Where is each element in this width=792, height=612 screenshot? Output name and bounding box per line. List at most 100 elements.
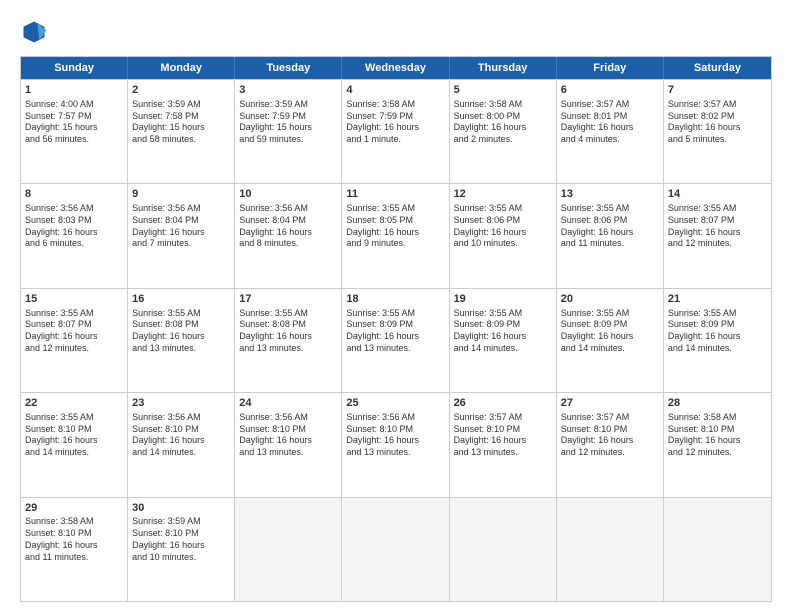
- cell-text-line: Daylight: 16 hours: [25, 331, 123, 343]
- header-day-saturday: Saturday: [664, 57, 771, 79]
- day-number: 18: [346, 292, 444, 307]
- header: [20, 18, 772, 46]
- day-number: 21: [668, 292, 767, 307]
- cell-text-line: Sunrise: 3:58 AM: [346, 99, 444, 111]
- day-cell-25: 25Sunrise: 3:56 AMSunset: 8:10 PMDayligh…: [342, 393, 449, 496]
- cell-text-line: Sunset: 7:59 PM: [346, 111, 444, 123]
- logo: [20, 18, 52, 46]
- day-cell-10: 10Sunrise: 3:56 AMSunset: 8:04 PMDayligh…: [235, 184, 342, 287]
- cell-text-line: Daylight: 16 hours: [561, 435, 659, 447]
- cell-text-line: Sunset: 8:10 PM: [454, 424, 552, 436]
- cell-text-line: and 13 minutes.: [346, 447, 444, 459]
- day-cell-7: 7Sunrise: 3:57 AMSunset: 8:02 PMDaylight…: [664, 80, 771, 183]
- cell-text-line: Sunrise: 3:55 AM: [454, 203, 552, 215]
- cell-text-line: Sunset: 8:07 PM: [25, 319, 123, 331]
- day-number: 13: [561, 187, 659, 202]
- cell-text-line: and 13 minutes.: [132, 343, 230, 355]
- cell-text-line: Sunset: 8:02 PM: [668, 111, 767, 123]
- day-cell-30: 30Sunrise: 3:59 AMSunset: 8:10 PMDayligh…: [128, 498, 235, 601]
- cell-text-line: Daylight: 16 hours: [668, 227, 767, 239]
- header-day-wednesday: Wednesday: [342, 57, 449, 79]
- cell-text-line: and 14 minutes.: [25, 447, 123, 459]
- cell-text-line: Daylight: 16 hours: [346, 435, 444, 447]
- cell-text-line: Daylight: 16 hours: [132, 227, 230, 239]
- cell-text-line: Sunset: 7:59 PM: [239, 111, 337, 123]
- cell-text-line: and 2 minutes.: [454, 134, 552, 146]
- day-number: 25: [346, 396, 444, 411]
- cell-text-line: Daylight: 15 hours: [132, 122, 230, 134]
- day-number: 16: [132, 292, 230, 307]
- day-cell-23: 23Sunrise: 3:56 AMSunset: 8:10 PMDayligh…: [128, 393, 235, 496]
- cell-text-line: Sunset: 8:07 PM: [668, 215, 767, 227]
- cell-text-line: Daylight: 15 hours: [239, 122, 337, 134]
- day-number: 2: [132, 83, 230, 98]
- empty-cell: [450, 498, 557, 601]
- day-number: 14: [668, 187, 767, 202]
- cell-text-line: Sunrise: 3:55 AM: [346, 308, 444, 320]
- day-cell-17: 17Sunrise: 3:55 AMSunset: 8:08 PMDayligh…: [235, 289, 342, 392]
- empty-cell: [664, 498, 771, 601]
- cell-text-line: Sunrise: 3:57 AM: [561, 412, 659, 424]
- cell-text-line: Sunset: 8:10 PM: [668, 424, 767, 436]
- day-number: 30: [132, 501, 230, 516]
- cell-text-line: Daylight: 16 hours: [132, 331, 230, 343]
- cell-text-line: Sunrise: 3:58 AM: [454, 99, 552, 111]
- cell-text-line: Sunset: 8:01 PM: [561, 111, 659, 123]
- day-number: 20: [561, 292, 659, 307]
- cell-text-line: Daylight: 16 hours: [132, 540, 230, 552]
- cell-text-line: and 12 minutes.: [25, 343, 123, 355]
- cell-text-line: Daylight: 16 hours: [561, 227, 659, 239]
- cell-text-line: Daylight: 16 hours: [239, 227, 337, 239]
- day-cell-12: 12Sunrise: 3:55 AMSunset: 8:06 PMDayligh…: [450, 184, 557, 287]
- cell-text-line: Sunrise: 3:55 AM: [561, 203, 659, 215]
- cell-text-line: Sunrise: 3:56 AM: [25, 203, 123, 215]
- day-number: 28: [668, 396, 767, 411]
- cell-text-line: Sunrise: 3:55 AM: [668, 203, 767, 215]
- day-number: 15: [25, 292, 123, 307]
- day-cell-5: 5Sunrise: 3:58 AMSunset: 8:00 PMDaylight…: [450, 80, 557, 183]
- cell-text-line: Daylight: 16 hours: [346, 227, 444, 239]
- cell-text-line: Daylight: 16 hours: [454, 227, 552, 239]
- cell-text-line: Sunrise: 3:58 AM: [25, 516, 123, 528]
- cell-text-line: Sunset: 8:10 PM: [239, 424, 337, 436]
- cell-text-line: and 12 minutes.: [668, 447, 767, 459]
- header-day-tuesday: Tuesday: [235, 57, 342, 79]
- cell-text-line: Sunrise: 3:57 AM: [668, 99, 767, 111]
- calendar-header: SundayMondayTuesdayWednesdayThursdayFrid…: [21, 57, 771, 79]
- cell-text-line: and 11 minutes.: [561, 238, 659, 250]
- day-number: 7: [668, 83, 767, 98]
- cell-text-line: Daylight: 15 hours: [25, 122, 123, 134]
- day-number: 1: [25, 83, 123, 98]
- cell-text-line: Daylight: 16 hours: [25, 540, 123, 552]
- day-number: 27: [561, 396, 659, 411]
- day-cell-8: 8Sunrise: 3:56 AMSunset: 8:03 PMDaylight…: [21, 184, 128, 287]
- cell-text-line: Daylight: 16 hours: [668, 331, 767, 343]
- cell-text-line: and 8 minutes.: [239, 238, 337, 250]
- cell-text-line: Sunrise: 4:00 AM: [25, 99, 123, 111]
- page: SundayMondayTuesdayWednesdayThursdayFrid…: [0, 0, 792, 612]
- cell-text-line: Sunrise: 3:55 AM: [561, 308, 659, 320]
- day-cell-1: 1Sunrise: 4:00 AMSunset: 7:57 PMDaylight…: [21, 80, 128, 183]
- cell-text-line: Sunrise: 3:56 AM: [239, 412, 337, 424]
- cell-text-line: Sunrise: 3:55 AM: [454, 308, 552, 320]
- cell-text-line: and 12 minutes.: [668, 238, 767, 250]
- calendar-row-2: 8Sunrise: 3:56 AMSunset: 8:03 PMDaylight…: [21, 183, 771, 287]
- day-cell-20: 20Sunrise: 3:55 AMSunset: 8:09 PMDayligh…: [557, 289, 664, 392]
- cell-text-line: Sunrise: 3:56 AM: [239, 203, 337, 215]
- cell-text-line: Daylight: 16 hours: [561, 122, 659, 134]
- header-day-monday: Monday: [128, 57, 235, 79]
- cell-text-line: and 7 minutes.: [132, 238, 230, 250]
- day-cell-27: 27Sunrise: 3:57 AMSunset: 8:10 PMDayligh…: [557, 393, 664, 496]
- day-cell-14: 14Sunrise: 3:55 AMSunset: 8:07 PMDayligh…: [664, 184, 771, 287]
- empty-cell: [342, 498, 449, 601]
- cell-text-line: Sunrise: 3:55 AM: [346, 203, 444, 215]
- cell-text-line: Sunset: 8:09 PM: [668, 319, 767, 331]
- header-day-friday: Friday: [557, 57, 664, 79]
- cell-text-line: Sunrise: 3:55 AM: [239, 308, 337, 320]
- cell-text-line: Sunrise: 3:58 AM: [668, 412, 767, 424]
- calendar-row-3: 15Sunrise: 3:55 AMSunset: 8:07 PMDayligh…: [21, 288, 771, 392]
- cell-text-line: Sunrise: 3:59 AM: [239, 99, 337, 111]
- day-cell-18: 18Sunrise: 3:55 AMSunset: 8:09 PMDayligh…: [342, 289, 449, 392]
- day-number: 9: [132, 187, 230, 202]
- empty-cell: [235, 498, 342, 601]
